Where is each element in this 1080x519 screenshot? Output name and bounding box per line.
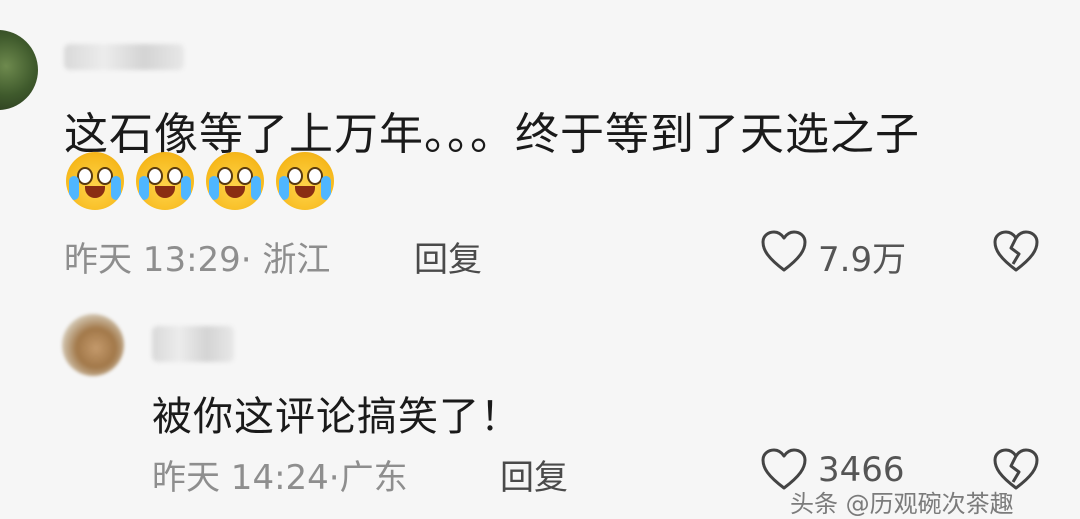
- crying-laugh-emoji: [206, 152, 264, 210]
- watermark: 头条 @历观碗次茶趣: [790, 490, 1014, 518]
- reply-time: 昨天 14:24: [152, 458, 329, 498]
- reply-avatar[interactable]: [62, 314, 124, 376]
- meta-separator: ·: [240, 240, 252, 280]
- meta-separator: ·: [328, 458, 340, 498]
- commenter-name-blurred[interactable]: [64, 44, 184, 70]
- crying-laugh-emoji: [276, 152, 334, 210]
- heart-icon[interactable]: [760, 230, 808, 274]
- comment-time: 昨天 13:29: [64, 240, 241, 280]
- commenter-avatar[interactable]: [0, 30, 38, 110]
- comment-meta: 昨天 13:29· 浙江: [64, 232, 330, 281]
- emoji-row: [66, 152, 334, 210]
- reply-text: 被你这评论搞笑了！: [152, 394, 521, 440]
- crying-laugh-emoji: [66, 152, 124, 210]
- crying-laugh-emoji: [136, 152, 194, 210]
- reply-meta: 昨天 14:24·广东: [152, 450, 408, 499]
- reply-location: 广东: [339, 458, 408, 498]
- reply-name-blurred[interactable]: [152, 326, 234, 362]
- comment-location: 浙江: [262, 240, 331, 280]
- reply-button[interactable]: 回复: [414, 232, 482, 281]
- like-count: 7.9万: [818, 240, 907, 280]
- broken-heart-icon[interactable]: [992, 230, 1040, 274]
- reply-reply-button[interactable]: 回复: [500, 450, 568, 499]
